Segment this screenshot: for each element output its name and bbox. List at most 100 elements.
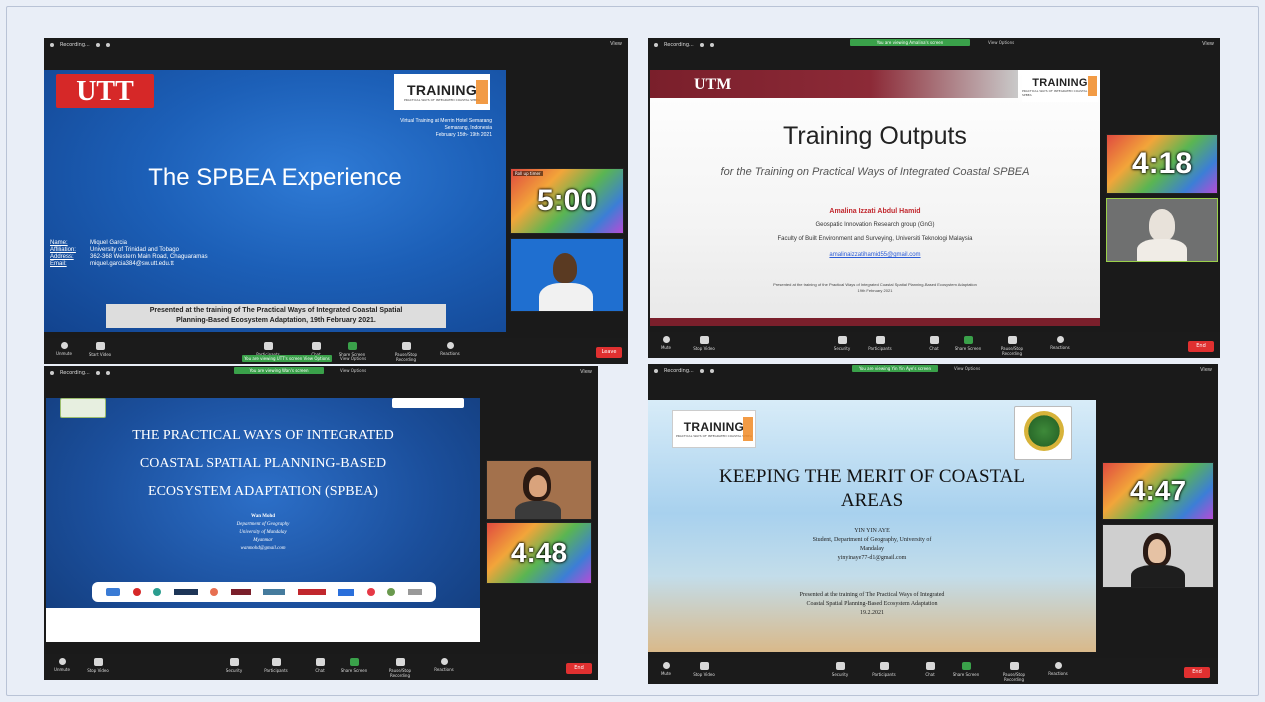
stop-video-button[interactable]: Stop Video [84, 658, 112, 673]
event-line-2: Semarang, Indonesia [444, 125, 492, 131]
view-options-button[interactable]: View Options [340, 367, 366, 374]
partner-logo-icon [387, 588, 396, 596]
stop-icon[interactable] [709, 369, 714, 373]
utm-footer-band [650, 318, 1100, 326]
slide-footer-box: Presented at the training of The Practic… [106, 304, 446, 328]
participant-video-tile [486, 460, 592, 520]
record-dot-icon [50, 371, 54, 375]
pause-stop-icon [395, 658, 405, 666]
shared-slide: THE PRACTICAL WAYS OF INTEGRATED COASTAL… [46, 398, 480, 642]
view-button[interactable]: View [1200, 367, 1212, 373]
recording-button[interactable]: Pause/Stop Recording [994, 662, 1034, 682]
presenter-line-2: Department of Geography [236, 522, 290, 527]
recording-button[interactable]: Pause/Stop Recording [380, 658, 420, 678]
recording-button[interactable]: Pause/Stop Recording [388, 342, 424, 362]
recording-label: Recording... [60, 42, 90, 48]
participant-face [529, 475, 547, 497]
footer-line-2: 19th February 2021 [857, 288, 893, 293]
unmute-button[interactable]: Unmute [50, 342, 78, 356]
stop-icon[interactable] [105, 371, 110, 375]
stop-video-button[interactable]: Stop Video [690, 336, 718, 351]
share-screen-button[interactable]: Share Screen [954, 336, 982, 351]
reactions-icon [440, 658, 448, 665]
top-bar: Recording... View [648, 364, 1218, 378]
view-options-button[interactable]: View Options [340, 355, 366, 362]
recording-button[interactable]: Pause/Stop Recording [992, 336, 1032, 356]
participants-icon [263, 342, 273, 350]
view-button[interactable]: View [610, 41, 622, 47]
security-button[interactable]: Security [220, 658, 248, 673]
top-bar: Recording... View [648, 38, 1220, 52]
end-button[interactable]: End [1188, 341, 1214, 352]
meeting-toolbar: Mute Stop Video Security Participants Ch… [648, 332, 1220, 358]
leave-button[interactable]: Leave [596, 347, 622, 358]
training-logo-sub: PRACTICAL WAYS OF INTEGRATED COASTAL SPB… [675, 434, 753, 438]
training-logo-mark-icon [476, 80, 488, 104]
record-dot-icon [654, 369, 658, 373]
pause-icon[interactable] [699, 43, 704, 47]
zoom-window-utt: Recording... View UTT TRAINING PRACTICAL… [44, 38, 628, 364]
share-screen-button[interactable]: Share Screen [952, 662, 980, 677]
university-seal [1014, 406, 1072, 460]
chat-button[interactable]: Chat [916, 662, 944, 677]
partner-logo-icon [153, 588, 162, 596]
reactions-icon [1056, 336, 1064, 343]
timer-caption: Roll up timer [513, 171, 543, 176]
participants-icon [875, 336, 885, 344]
end-button[interactable]: End [566, 663, 592, 674]
timer-value: 4:48 [510, 537, 568, 568]
view-button[interactable]: View [1202, 41, 1214, 47]
affiliation-line-2: Faculty of Built Environment and Surveyi… [777, 236, 973, 242]
start-video-button[interactable]: Start Video [86, 342, 114, 357]
microphone-icon [58, 658, 66, 665]
reactions-button[interactable]: Reactions [1046, 336, 1074, 350]
reactions-icon [1054, 662, 1062, 669]
slide-subtitle: for the Training on Practical Ways of In… [720, 166, 1030, 178]
recording-label: Recording... [60, 370, 90, 376]
mute-button[interactable]: Mute [652, 662, 680, 676]
participant-face [1148, 539, 1166, 563]
security-button[interactable]: Security [826, 662, 854, 677]
share-screen-button[interactable]: Share Screen [340, 658, 368, 673]
stop-icon[interactable] [105, 43, 110, 47]
unmute-button[interactable]: Unmute [48, 658, 76, 672]
reactions-button[interactable]: Reactions [436, 342, 464, 356]
pause-icon[interactable] [95, 43, 100, 47]
timer-tile: 4:48 [486, 522, 592, 584]
view-button[interactable]: View [580, 369, 592, 375]
share-screen-icon [349, 658, 359, 666]
pause-icon[interactable] [95, 371, 100, 375]
participants-button[interactable]: Participants [866, 336, 894, 351]
chat-icon [311, 342, 321, 350]
slide-title-line-1: THE PRACTICAL WAYS OF INTEGRATED [132, 428, 394, 443]
participants-button[interactable]: Participants [870, 662, 898, 677]
footer-line-2: Planning-Based Ecosystem Adaptation, 19t… [176, 317, 376, 324]
pause-stop-icon [401, 342, 411, 350]
partner-logo-icon [132, 588, 141, 596]
pause-icon[interactable] [699, 369, 704, 373]
chat-button[interactable]: Chat [306, 658, 334, 673]
partner-logos-strip [92, 582, 436, 602]
header-logo-small [392, 398, 464, 408]
presenter-line-5: wanmohd@gmail.com [240, 546, 286, 551]
meeting-toolbar: Unmute Start Video Participants Chat Sha… [44, 338, 628, 364]
footer-line-1: Presented at the training of The Practic… [799, 592, 945, 598]
security-button[interactable]: Security [828, 336, 856, 351]
chat-button[interactable]: Chat [920, 336, 948, 351]
participant-head [1149, 209, 1175, 241]
timer-value: 4:47 [1129, 475, 1187, 506]
stop-icon[interactable] [709, 43, 714, 47]
share-screen-icon [347, 342, 357, 350]
mute-button[interactable]: Mute [652, 336, 680, 350]
presenter-line-3: University of Mandalay [239, 530, 287, 535]
stop-video-button[interactable]: Stop Video [690, 662, 718, 677]
utt-logo: UTT [56, 74, 154, 108]
reactions-button[interactable]: Reactions [430, 658, 458, 672]
presenter-email: amalinaizzatihamid55@gmail.com [829, 252, 921, 258]
footer-line-3: 19.2.2021 [860, 610, 884, 616]
training-logo-mark-icon [743, 417, 753, 441]
participants-button[interactable]: Participants [262, 658, 290, 673]
training-logo-sub: PRACTICAL WAYS OF INTEGRATED COASTAL SPB… [1022, 89, 1088, 97]
end-button[interactable]: End [1184, 667, 1210, 678]
reactions-button[interactable]: Reactions [1044, 662, 1072, 676]
